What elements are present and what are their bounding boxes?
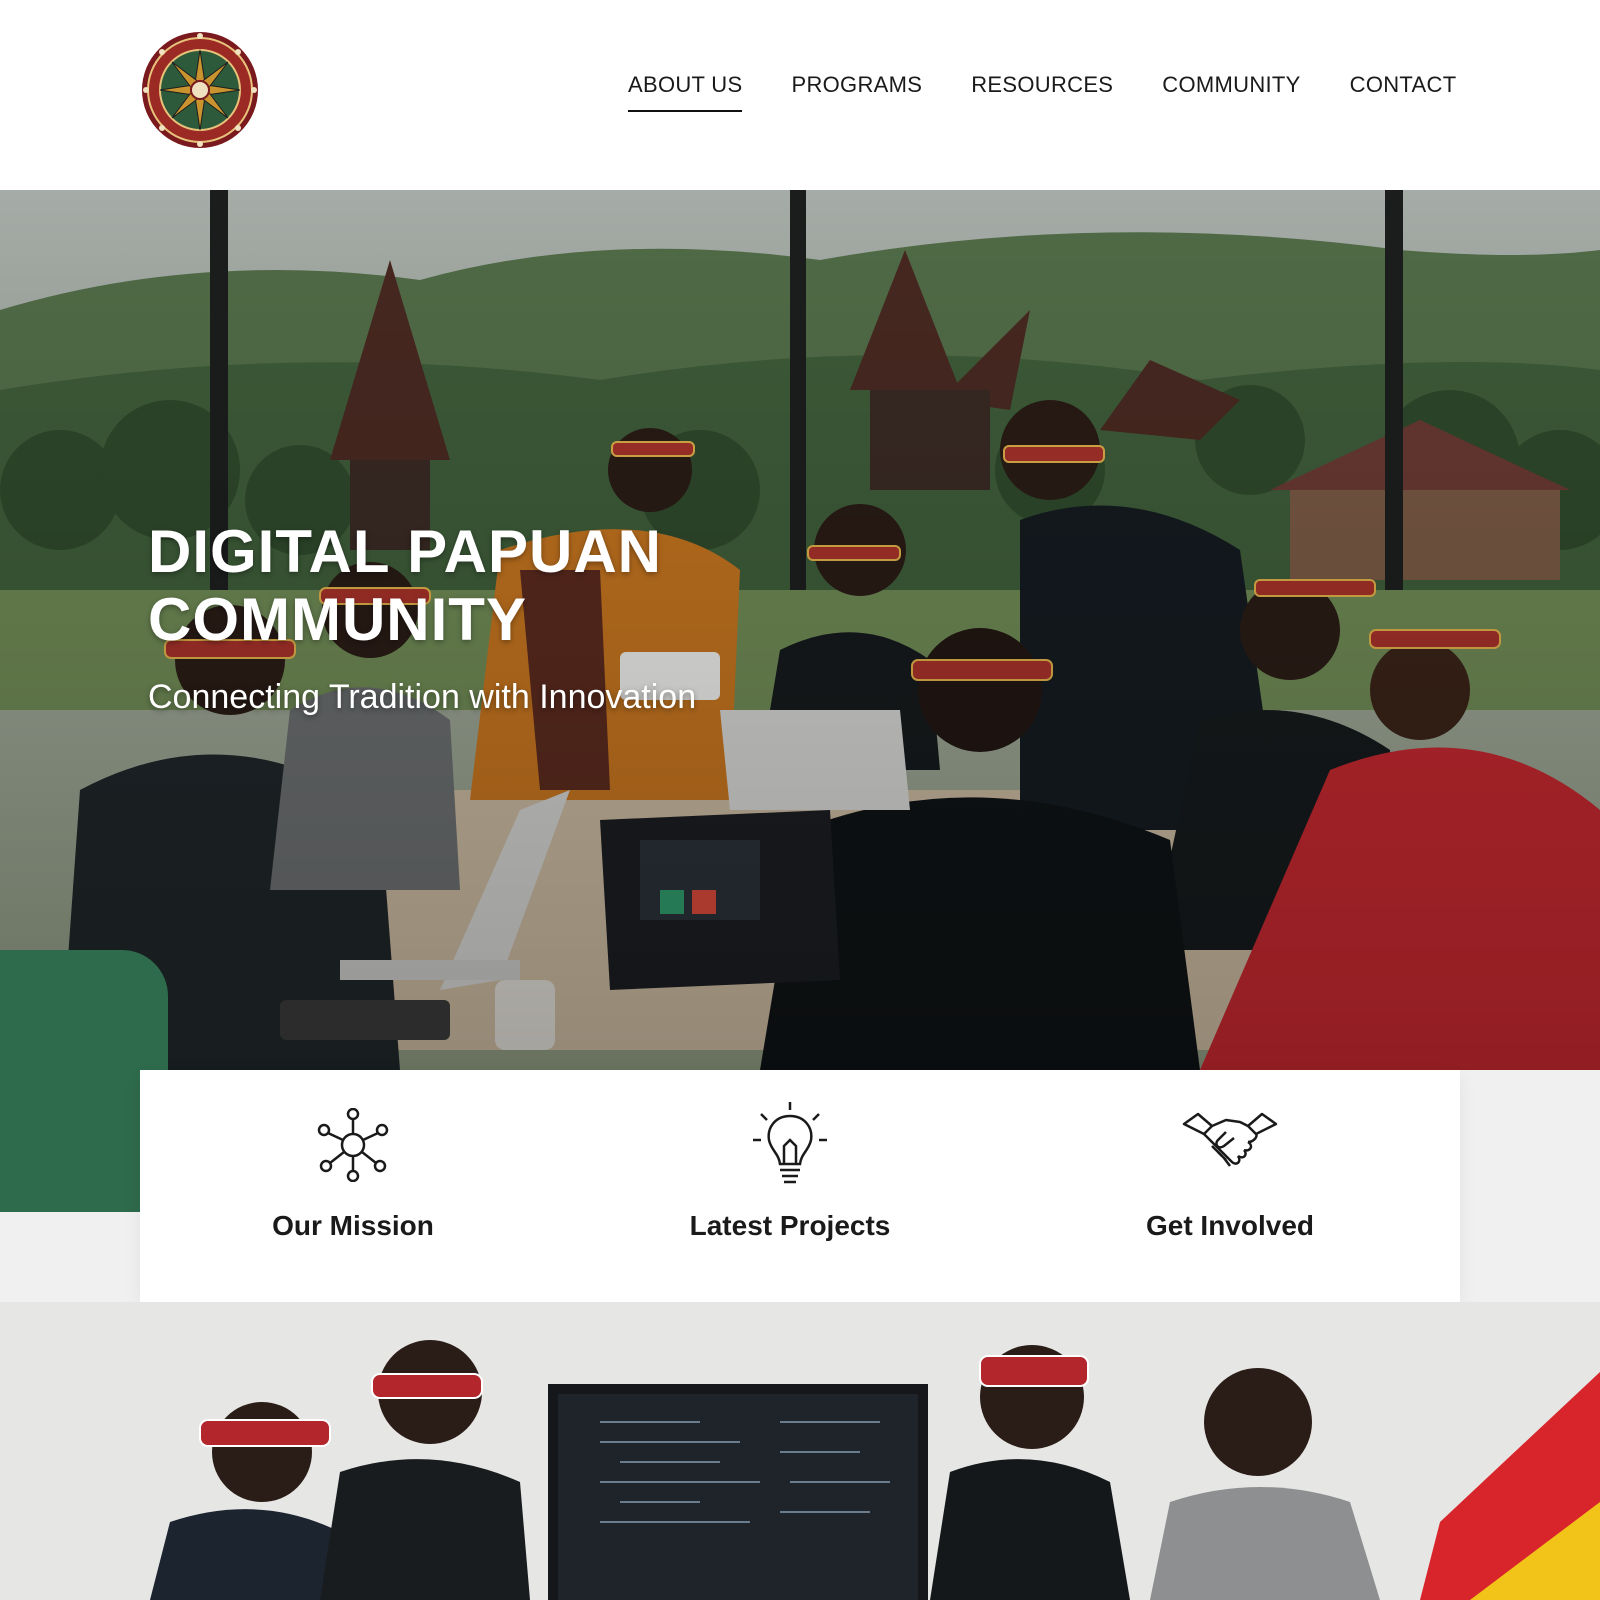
tribal-shield-logo-icon[interactable] <box>140 28 260 152</box>
feature-label-latest-projects: Latest Projects <box>689 1210 891 1241</box>
nav-contact[interactable]: CONTACT <box>1350 72 1457 112</box>
lightbulb-icon <box>751 1100 829 1191</box>
hero-title-line1: DIGITAL PAPUAN <box>148 518 663 585</box>
feature-get-involved[interactable]: Get Involved <box>1080 1070 1380 1302</box>
nav-programs[interactable]: PROGRAMS <box>791 72 922 112</box>
feature-label-our-mission: Our Mission <box>272 1210 434 1241</box>
handshake-icon <box>1182 1110 1278 1181</box>
hero-title: DIGITAL PAPUAN COMMUNITY <box>148 518 662 654</box>
feature-our-mission[interactable]: Our Mission <box>203 1070 503 1302</box>
site-header: ABOUT US PROGRAMS RESOURCES COMMUNITY CO… <box>0 0 1600 190</box>
network-icon <box>316 1107 390 1187</box>
feature-card: Our Mission Latest Projects Get Involved <box>140 1070 1460 1302</box>
hero-subtitle: Connecting Tradition with Innovation <box>148 678 697 716</box>
nav-resources[interactable]: RESOURCES <box>971 72 1113 112</box>
nav-about-us[interactable]: ABOUT US <box>628 72 743 112</box>
bottom-photo-section <box>0 1302 1600 1600</box>
hero-title-line2: COMMUNITY <box>148 586 527 653</box>
nav-community[interactable]: COMMUNITY <box>1162 72 1300 112</box>
feature-label-get-involved: Get Involved <box>1145 1210 1315 1241</box>
main-nav: ABOUT US PROGRAMS RESOURCES COMMUNITY CO… <box>628 72 1456 112</box>
hero-section: DIGITAL PAPUAN COMMUNITY Connecting Trad… <box>0 190 1600 1070</box>
feature-latest-projects[interactable]: Latest Projects <box>640 1070 940 1302</box>
developers-photo <box>0 1302 1600 1600</box>
